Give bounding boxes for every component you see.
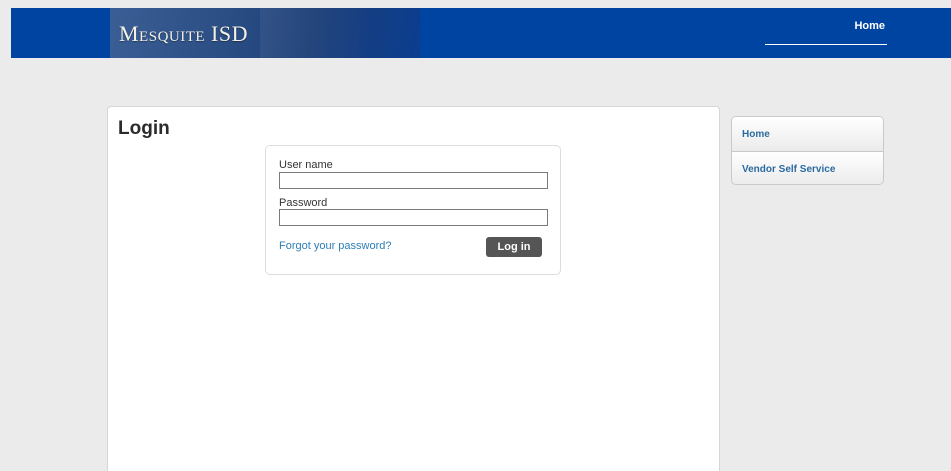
username-input[interactable] xyxy=(279,172,548,189)
sidebar-item-vendor-self-service[interactable]: Vendor Self Service xyxy=(732,151,883,184)
password-label: Password xyxy=(279,197,328,209)
site-header: Mesquite ISD Home xyxy=(11,8,951,58)
main-content-panel: Login User name Password Forgot your pas… xyxy=(107,106,720,471)
sidebar-nav: Home Vendor Self Service xyxy=(731,116,884,185)
top-nav-home-link[interactable]: Home xyxy=(854,20,885,32)
forgot-password-link[interactable]: Forgot your password? xyxy=(279,240,392,252)
login-button[interactable]: Log in xyxy=(486,237,542,257)
header-banner: Mesquite ISD xyxy=(110,8,420,58)
top-nav: Home xyxy=(765,18,887,45)
login-form: User name Password Forgot your password?… xyxy=(265,145,561,275)
password-input[interactable] xyxy=(279,209,548,226)
page-title: Login xyxy=(118,118,170,139)
site-logo[interactable]: Mesquite ISD xyxy=(119,21,248,47)
username-label: User name xyxy=(279,159,333,171)
sidebar-item-home[interactable]: Home xyxy=(732,117,883,151)
